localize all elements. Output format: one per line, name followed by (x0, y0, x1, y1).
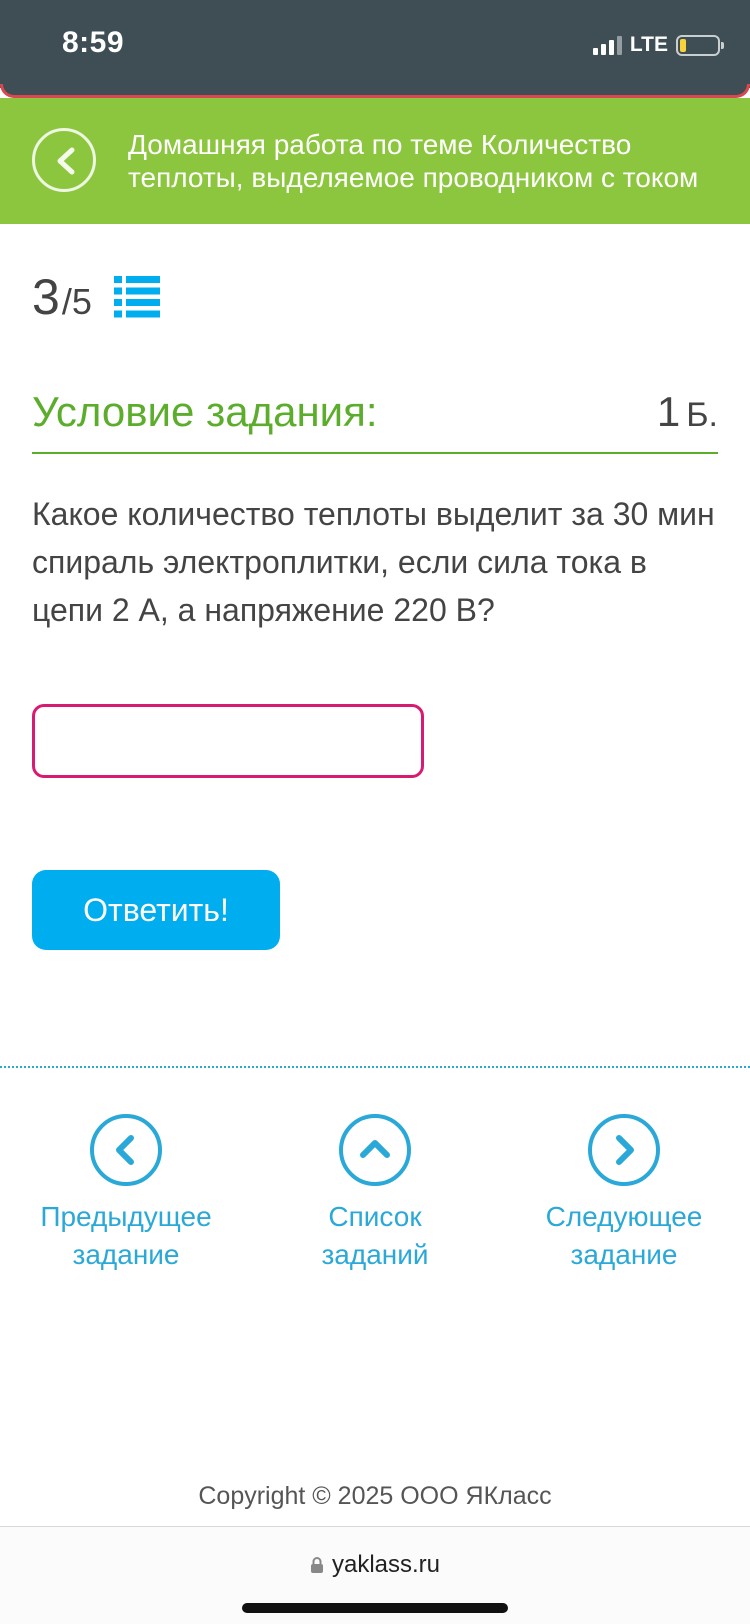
task-counter: 3 /5 (32, 268, 92, 328)
task-total: /5 (61, 281, 92, 322)
chevron-left-icon (116, 1135, 134, 1165)
next-task-label-line2: задание (570, 1239, 678, 1270)
task-list-link[interactable]: Список заданий (265, 1114, 485, 1274)
lock-icon (310, 1557, 323, 1573)
url-display[interactable]: yaklass.ru (0, 1551, 750, 1579)
next-task-label[interactable]: Следующее задание (514, 1198, 734, 1274)
signal-icon (592, 35, 622, 55)
home-indicator[interactable] (242, 1603, 508, 1613)
browser-address-bar[interactable]: yaklass.ru (0, 1526, 750, 1624)
page-title: Домашняя работа по теме Количество тепло… (128, 129, 699, 193)
previous-task-label[interactable]: Предыдущее задание (16, 1198, 236, 1274)
condition-divider (32, 452, 718, 454)
task-list-icon[interactable] (114, 276, 160, 318)
back-button[interactable] (32, 128, 96, 192)
status-bar: 8:59 LTE (0, 0, 750, 88)
task-current: 3 (32, 269, 60, 325)
condition-title: Условие задания: (32, 388, 378, 435)
next-task-circle[interactable] (588, 1114, 660, 1186)
chevron-up-icon (360, 1140, 390, 1158)
previous-task-label-line1: Предыдущее (40, 1201, 212, 1232)
status-indicators: LTE (592, 32, 724, 58)
section-divider (0, 1066, 750, 1068)
status-time: 8:59 (62, 26, 125, 59)
previous-task-link[interactable]: Предыдущее задание (16, 1114, 236, 1274)
copyright-text: Copyright © 2025 ООО ЯКласс (198, 1482, 552, 1510)
points-unit: Б. (686, 396, 718, 434)
task-list-label-line1: Список (328, 1201, 422, 1232)
chevron-right-icon (616, 1135, 634, 1165)
alert-strip (0, 84, 750, 98)
question-text: Какое количество теплоты выделит за 30 м… (32, 496, 715, 628)
url-text: yaklass.ru (331, 1551, 441, 1578)
page-header: Домашняя работа по теме Количество тепло… (0, 98, 750, 224)
task-list-circle[interactable] (339, 1114, 411, 1186)
previous-task-label-line2: задание (72, 1239, 180, 1270)
page: 8:59 LTE Домашняя работа по теме Количес… (0, 0, 750, 1624)
next-task-link[interactable]: Следующее задание (514, 1114, 734, 1274)
condition-points: 1 Б. (657, 388, 718, 436)
previous-task-circle[interactable] (90, 1114, 162, 1186)
next-task-label-line1: Следующее (545, 1201, 703, 1232)
answer-input[interactable] (32, 704, 424, 778)
back-icon (57, 147, 75, 175)
task-list-label[interactable]: Список заданий (265, 1198, 485, 1274)
submit-answer-button[interactable]: Ответить! (32, 870, 280, 950)
network-label: LTE (629, 33, 668, 56)
battery-icon (676, 34, 724, 56)
task-list-label-line2: заданий (321, 1239, 429, 1270)
points-value: 1 (656, 388, 681, 435)
